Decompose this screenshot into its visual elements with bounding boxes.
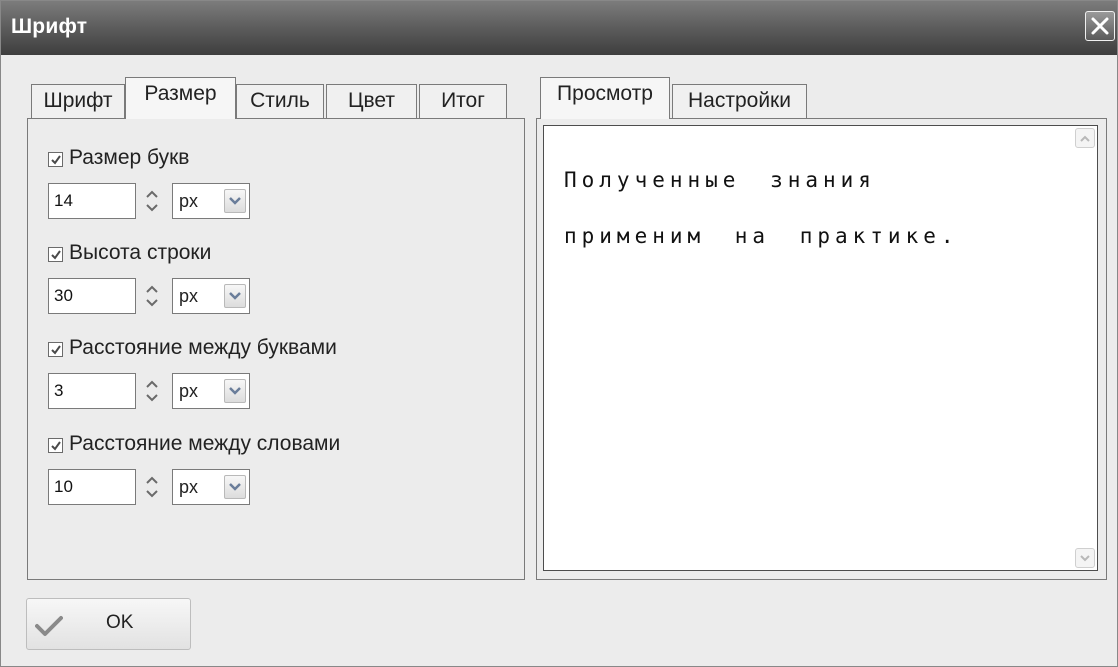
tab-style[interactable]: Стиль: [236, 84, 324, 119]
letter-spacing-label: Расстояние между буквами: [69, 336, 337, 359]
ok-button[interactable]: OK: [26, 598, 191, 650]
dropdown-button[interactable]: [224, 189, 246, 213]
word-spacing-spinner[interactable]: [137, 469, 167, 505]
spinner-down-icon: [146, 490, 158, 498]
tab-color[interactable]: Цвет: [326, 84, 417, 119]
spinner-down-icon: [146, 204, 158, 212]
letter-size-unit-select[interactable]: px: [172, 183, 250, 219]
letter-size-label: Размер букв: [69, 146, 190, 169]
checkmark-icon: [51, 345, 61, 355]
tab-label: Шрифт: [43, 89, 113, 112]
chevron-down-icon: [229, 197, 241, 205]
chevron-down-icon: [229, 292, 241, 300]
tab-preview[interactable]: Просмотр: [540, 77, 670, 119]
tab-label: Просмотр: [557, 82, 653, 105]
chevron-down-icon: [229, 483, 241, 491]
chevron-down-icon: [229, 387, 241, 395]
preview-panel: Полученные знания применим на практике.: [536, 118, 1107, 580]
unit-value: px: [179, 381, 199, 401]
letter-spacing-input[interactable]: 3: [48, 373, 136, 409]
scroll-down-icon: [1080, 555, 1090, 562]
unit-value: px: [179, 191, 199, 211]
ok-label: OK: [106, 612, 134, 633]
tab-result[interactable]: Итог: [419, 84, 507, 119]
close-icon: [1091, 17, 1109, 35]
tab-label: Цвет: [347, 89, 396, 112]
line-height-input[interactable]: 30: [48, 278, 136, 314]
word-spacing-input[interactable]: 10: [48, 469, 136, 505]
checkmark-icon: [51, 441, 61, 451]
letter-spacing-unit-select[interactable]: px: [172, 373, 250, 409]
scroll-down-button[interactable]: [1075, 548, 1095, 568]
line-height-checkbox[interactable]: [48, 247, 63, 262]
tab-label: Настройки: [688, 89, 791, 112]
word-spacing-unit-select[interactable]: px: [172, 469, 250, 505]
tab-settings[interactable]: Настройки: [672, 84, 807, 119]
checkmark-icon: [51, 155, 61, 165]
letter-size-checkbox[interactable]: [48, 152, 63, 167]
letter-size-input[interactable]: 14: [48, 183, 136, 219]
scroll-up-icon: [1080, 135, 1090, 142]
unit-value: px: [179, 477, 199, 497]
spinner-down-icon: [146, 394, 158, 402]
dropdown-button[interactable]: [224, 379, 246, 403]
tab-label: Размер: [144, 82, 217, 105]
spinner-down-icon: [146, 299, 158, 307]
unit-value: px: [179, 286, 199, 306]
tab-label: Стиль: [250, 89, 310, 112]
font-dialog: Шрифт Шрифт Размер Стиль Цвет Итог Разме…: [0, 0, 1118, 667]
size-settings-panel: Размер букв 14 px Высота строки 30 px Ра…: [27, 118, 525, 580]
preview-line: Полученные знания: [564, 168, 876, 192]
word-spacing-label: Расстояние между словами: [69, 432, 341, 455]
close-button[interactable]: [1085, 11, 1115, 41]
checkmark-icon: [35, 616, 63, 636]
letter-size-spinner[interactable]: [137, 183, 167, 219]
letter-spacing-spinner[interactable]: [137, 373, 167, 409]
line-height-spinner[interactable]: [137, 278, 167, 314]
tab-font[interactable]: Шрифт: [31, 84, 125, 119]
spinner-up-icon: [146, 380, 158, 388]
title-bar[interactable]: Шрифт: [1, 1, 1117, 55]
word-spacing-checkbox[interactable]: [48, 438, 63, 453]
preview-text-area[interactable]: Полученные знания применим на практике.: [543, 125, 1098, 571]
preview-scrollbar[interactable]: [1075, 128, 1095, 568]
window-title: Шрифт: [11, 15, 88, 38]
spinner-up-icon: [146, 285, 158, 293]
line-height-unit-select[interactable]: px: [172, 278, 250, 314]
dropdown-button[interactable]: [224, 284, 246, 308]
spinner-up-icon: [146, 476, 158, 484]
tab-label: Итог: [441, 89, 485, 112]
checkmark-icon: [51, 250, 61, 260]
scroll-up-button[interactable]: [1075, 128, 1095, 148]
line-height-label: Высота строки: [69, 241, 212, 264]
dropdown-button[interactable]: [224, 475, 246, 499]
preview-line: применим на практике.: [564, 224, 959, 248]
letter-spacing-checkbox[interactable]: [48, 342, 63, 357]
tab-size[interactable]: Размер: [125, 77, 236, 119]
spinner-up-icon: [146, 190, 158, 198]
